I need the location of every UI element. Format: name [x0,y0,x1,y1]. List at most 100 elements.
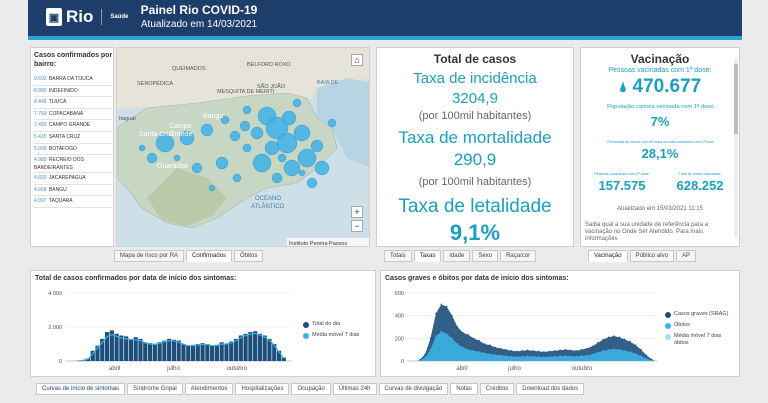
bar [229,341,234,361]
data-point [516,350,518,353]
totals-title: Total de casos [433,52,517,66]
data-point [629,351,631,353]
zoom-in-icon[interactable]: + [351,206,363,218]
logo-separator [101,9,103,25]
bar [210,345,215,361]
vaccination-title: Vacinação [630,52,690,66]
elderly-label: Percentual de idosos com 60 anos ou mais… [607,140,715,144]
list-item[interactable]: 9.602 BARRA DA TIJUCA [34,74,112,86]
tab-vaccination-1[interactable]: Público alvo [629,250,674,262]
data-point [613,348,615,350]
tab-totals-4[interactable]: Raça/cor [500,250,537,262]
tab-map-1[interactable]: Confirmados [186,250,233,262]
tab-bottom-6[interactable]: Curvas de divulgação [378,383,449,395]
data-point [429,348,432,351]
bar [233,338,239,361]
data-point [505,348,507,351]
data-point [467,334,469,336]
case-count: 7.490 [34,122,47,129]
cases-chart-panel: Total de casos confirmados por data de i… [30,270,376,377]
data-point [553,350,556,352]
data-point [451,314,453,317]
data-point [429,337,432,340]
map-view[interactable]: SEROPÉDICA QUEIMADOS BELFORD ROXO MESQUI… [116,47,370,247]
data-point [510,355,513,358]
tab-vaccination-2[interactable]: AP [675,250,696,262]
list-item[interactable]: 8.448 TIJUCA [34,97,112,109]
tab-bottom-9[interactable]: Download dos dados [516,383,585,395]
data-point [532,350,534,352]
legend-item-deaths-avg: Média móvel 7 dias óbitos [665,333,737,347]
cases-list[interactable]: 9.602 BARRA DA TIJUCA 8.980 INDEFINIDO 8.4… [34,74,112,208]
vaccination-scrollbar[interactable] [734,58,738,238]
bar [186,345,191,361]
list-item[interactable]: 7.769 COPACABANA [34,109,112,121]
zoom-out-icon[interactable]: − [351,220,363,232]
scrollbar-thumb[interactable] [734,64,738,134]
list-item[interactable]: 7.490 CAMPO GRANDE [34,120,112,132]
y-tick-label: 0 [401,359,404,365]
city-map[interactable]: SEROPÉDICA QUEIMADOS BELFORD ROXO MESQUI… [117,48,370,247]
list-item[interactable]: 4.668 BANGU [34,185,112,197]
tab-bottom-4[interactable]: Ocupação [291,383,331,395]
cases-by-neighborhood-panel: Casos confirmados por bairro: 9.602 BARR… [30,47,114,247]
data-point [537,350,540,353]
totals-tabs: Totais Taxas Idade Sexo Raça/cor [384,250,537,262]
legend-label-deaths: Óbitos [674,322,690,328]
data-point [537,355,540,358]
case-count: 4.097 [34,198,47,205]
bar [181,344,186,361]
tab-bottom-5[interactable]: Últimas 24h [332,383,377,395]
logo-rio-text: Rio [66,7,94,26]
severe-chart[interactable]: 0 200 400 600 abril julho outubro [385,287,661,375]
data-point [591,353,594,355]
data-point [483,343,486,345]
label-baia: BAÍA DE [317,79,339,86]
label-atlantico: ATLÂNTICO [251,203,285,210]
total-doses-value: 628.252 [676,178,724,193]
y-tick-label: 0 [59,359,62,365]
population-value: 7% [650,114,670,129]
tab-totals-0[interactable]: Totais [384,250,412,262]
data-point [472,337,475,340]
x-tick-label: julho [507,366,521,372]
home-icon[interactable]: ⌂ [351,54,363,66]
tab-bottom-8[interactable]: Créditos [479,383,515,395]
tab-bottom-1[interactable]: Síndrome Gripal [127,383,183,395]
legend-item-deaths: Óbitos [665,322,737,329]
list-item[interactable]: 8.980 INDEFINIDO [34,86,112,98]
tab-totals-1[interactable]: Taxas [413,250,442,262]
data-point [521,355,523,358]
list-item[interactable]: 5.415 SANTA CRUZ [34,132,112,144]
list-item[interactable]: 4.820 JACAREPAGUA [34,173,112,185]
mortality-label: Taxa de mortalidade [398,128,552,147]
list-item[interactable]: 5.039 BOTAFOGO [34,144,112,156]
tab-bottom-3[interactable]: Hospitalizações [235,383,290,395]
case-count: 8.980 [34,87,47,94]
tab-bottom-2[interactable]: Atendimentos [184,383,234,395]
vaccination-tabs: Vacinação Público alvo AP [588,250,696,262]
population-label: População carioca vacinada com 1ª dose: [607,104,715,110]
tab-totals-2[interactable]: Idade [443,250,471,262]
case-count: 8.448 [34,99,47,106]
label-itaguai: ItaguaI [119,116,136,122]
tab-map-0[interactable]: Mapa de risco por RA [114,250,185,262]
map-credit: Instituto Pereira Passos [289,241,347,247]
syringe-icon: 🌢 [618,79,628,95]
data-point [499,354,502,357]
label-seropedica: SEROPÉDICA [137,80,173,87]
cases-chart[interactable]: 0 2.000 4.000 abril julho outubro [35,287,295,375]
tab-totals-3[interactable]: Sexo [472,250,499,262]
tab-vaccination-0[interactable]: Vacinação [588,250,628,262]
data-point [521,350,523,352]
list-item[interactable]: 4.097 TAQUARA [34,196,112,208]
tab-map-2[interactable]: Óbitos [234,250,264,262]
tab-bottom-7[interactable]: Notas [450,383,478,395]
mortality-value: 290,9 [453,150,497,169]
neighborhood-name: TIJUCA [48,99,67,106]
list-item[interactable]: 4.989 RECREIO DOS BANDEIRANTES [34,155,112,174]
tab-bottom-0[interactable]: Curvas de início de sintomas [36,383,126,395]
vaccination-panel: Vacinação Pessoas vacinadas com 1ª dose:… [580,47,740,247]
data-point [618,336,621,338]
x-tick-label: abril [456,366,467,372]
